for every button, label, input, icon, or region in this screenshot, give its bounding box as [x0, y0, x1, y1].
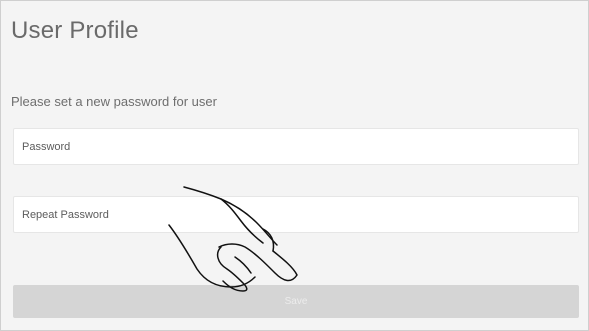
password-placeholder: Password — [22, 140, 71, 153]
password-field[interactable]: Password — [13, 128, 579, 165]
save-button-label: Save — [284, 296, 308, 307]
user-profile-panel: User Profile Please set a new password f… — [0, 0, 589, 331]
repeat-password-placeholder: Repeat Password — [22, 208, 109, 221]
repeat-password-field[interactable]: Repeat Password — [13, 196, 579, 233]
save-button[interactable]: Save — [13, 285, 579, 318]
page-title: User Profile — [11, 17, 139, 44]
password-instruction: Please set a new password for user — [11, 94, 217, 109]
